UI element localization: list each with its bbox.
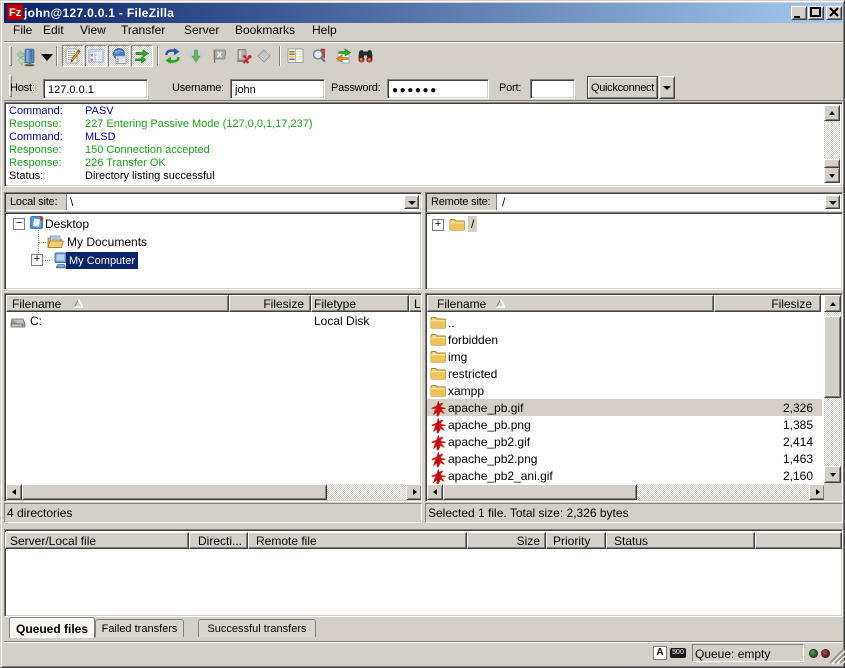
svg-text:Fz: Fz	[9, 7, 22, 19]
